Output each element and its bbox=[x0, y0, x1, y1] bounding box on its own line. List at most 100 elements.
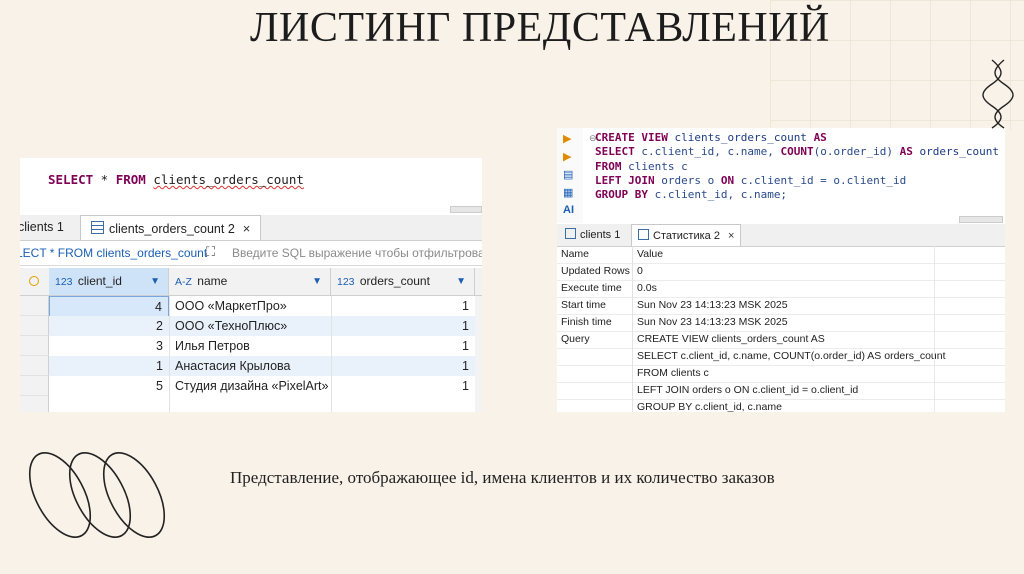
sql-editor[interactable]: SELECT * FROM clients_orders_count bbox=[20, 158, 482, 213]
tab-clients-1[interactable]: clients 1 bbox=[20, 215, 72, 240]
row-number-cell[interactable] bbox=[20, 376, 49, 396]
row-number-cell[interactable] bbox=[20, 316, 49, 336]
row-number-cell[interactable] bbox=[20, 356, 49, 376]
close-icon[interactable]: × bbox=[728, 230, 734, 242]
table-row[interactable]: GROUP BY c.client_id, c.name bbox=[557, 399, 1005, 412]
column-header-name[interactable]: A-Z name ▼ bbox=[169, 268, 331, 295]
table-row[interactable]: LEFT JOIN orders o ON c.client_id = o.cl… bbox=[557, 382, 1005, 400]
record-circle-icon bbox=[29, 276, 39, 286]
slide-caption: Представление, отображающее id, имена кл… bbox=[230, 468, 775, 487]
cell-client-id[interactable]: 1 bbox=[49, 356, 169, 376]
column-header-value[interactable]: Value bbox=[637, 246, 663, 263]
cell-orders-count[interactable]: 1 bbox=[331, 296, 475, 316]
cell-orders-count[interactable]: 1 bbox=[331, 316, 475, 336]
column-divider bbox=[331, 296, 332, 412]
tab-statistics-2[interactable]: Статистика 2 × bbox=[631, 224, 742, 246]
stats-header-row: Name Value bbox=[557, 246, 1005, 264]
tab-label: Статистика 2 bbox=[653, 230, 720, 242]
ai-assistant-icon[interactable]: AI bbox=[563, 204, 574, 216]
column-name: name bbox=[197, 274, 228, 288]
table-row[interactable]: 2 ООО «ТехноПлюс» 1 bbox=[20, 316, 482, 336]
grid-header-row: 123 client_id ▼ A-Z name ▼ 123 orders_coun… bbox=[20, 268, 482, 296]
tab-label: clients 1 bbox=[20, 220, 64, 234]
stat-value: 0 bbox=[637, 265, 643, 277]
sql-identifier: orders_count bbox=[912, 145, 1000, 159]
table-row[interactable]: Execute time 0.0s bbox=[557, 280, 1005, 298]
table-row[interactable]: 3 Илья Петров 1 bbox=[20, 336, 482, 356]
table-row[interactable]: Updated Rows 0 bbox=[557, 263, 1005, 281]
row-number-cell[interactable] bbox=[20, 296, 49, 316]
sql-identifier: c.client_id, c.name; bbox=[647, 188, 788, 202]
sort-dropdown-icon[interactable]: ▼ bbox=[456, 268, 466, 295]
editor-toolbar-gutter: ▶ ▶ ▤ ▦ AI bbox=[557, 128, 583, 223]
cell-client-id[interactable]: 4 bbox=[49, 296, 169, 318]
sort-dropdown-icon[interactable]: ▼ bbox=[312, 268, 322, 295]
row-number-cell bbox=[20, 396, 49, 412]
sql-code[interactable]: CREATE VIEW clients_orders_count AS SELE… bbox=[595, 131, 999, 202]
row-number-cell[interactable] bbox=[20, 336, 49, 356]
sql-keyword: CREATE VIEW bbox=[595, 131, 668, 144]
panel-resize-handle[interactable] bbox=[450, 206, 482, 213]
cell-client-id[interactable]: 2 bbox=[49, 316, 169, 336]
cell-orders-count[interactable]: 1 bbox=[331, 336, 475, 356]
stat-name: Execute time bbox=[561, 282, 622, 294]
table-row[interactable]: 1 Анастасия Крылова 1 bbox=[20, 356, 482, 376]
sort-dropdown-icon[interactable]: ▼ bbox=[150, 268, 160, 295]
grid-icon bbox=[91, 221, 104, 234]
table-row[interactable]: 5 Студия дизайна «PixelArt» 1 bbox=[20, 376, 482, 396]
sql-view-name: clients_orders_count bbox=[153, 172, 304, 187]
stat-value: GROUP BY c.client_id, c.name bbox=[637, 401, 782, 412]
sql-keyword: AS bbox=[813, 131, 827, 144]
stat-name: Finish time bbox=[561, 316, 612, 328]
filter-bar: LECT * FROM clients_orders_count ⛶ Введи… bbox=[20, 241, 482, 266]
tab-clients-1[interactable]: clients 1 bbox=[559, 224, 626, 246]
table-row[interactable]: SELECT c.client_id, c.name, COUNT(o.orde… bbox=[557, 348, 1005, 366]
stat-value: FROM clients c bbox=[637, 367, 709, 379]
stat-value: Sun Nov 23 14:13:23 MSK 2025 bbox=[637, 299, 788, 311]
sql-keyword: LEFT JOIN bbox=[595, 173, 655, 187]
column-header-orders-count[interactable]: 123 orders_count ▼ bbox=[331, 268, 475, 295]
cell-name[interactable]: ООО «ТехноПлюс» bbox=[169, 316, 331, 336]
table-row[interactable]: Query CREATE VIEW clients_orders_count AS bbox=[557, 331, 1005, 349]
stat-name: Query bbox=[561, 333, 590, 345]
table-row[interactable]: Start time Sun Nov 23 14:13:23 MSK 2025 bbox=[557, 297, 1005, 315]
tab-clients-orders-count-2[interactable]: clients_orders_count 2 × bbox=[80, 215, 262, 240]
tab-label: clients 1 bbox=[580, 229, 621, 241]
sql-keyword: SELECT bbox=[595, 145, 635, 159]
sql-query-line: SELECT * FROM clients_orders_count bbox=[48, 172, 304, 187]
cell-orders-count[interactable]: 1 bbox=[331, 376, 475, 396]
cell-name[interactable]: Анастасия Крылова bbox=[169, 356, 331, 376]
row-number-header[interactable] bbox=[20, 268, 50, 295]
result-viewer-screenshot: SELECT * FROM clients_orders_count clien… bbox=[20, 158, 482, 412]
filter-expand-icon[interactable]: ⛶ bbox=[206, 244, 215, 260]
run-new-tab-icon[interactable]: ▶ bbox=[563, 150, 571, 163]
run-statement-icon[interactable]: ▶ bbox=[563, 132, 571, 145]
column-divider bbox=[934, 246, 935, 412]
sql-keyword: GROUP BY bbox=[595, 188, 648, 202]
cell-name[interactable]: ООО «МаркетПро» bbox=[169, 296, 331, 316]
execute-script-icon[interactable]: ▤ bbox=[563, 168, 573, 181]
text-type-icon: A-Z bbox=[175, 276, 192, 288]
close-icon[interactable]: × bbox=[243, 221, 251, 236]
sql-star: * bbox=[93, 172, 116, 187]
column-header-name[interactable]: Name bbox=[561, 246, 635, 263]
stat-value: LEFT JOIN orders o ON c.client_id = o.cl… bbox=[637, 384, 859, 396]
cell-name[interactable]: Студия дизайна «PixelArt» bbox=[169, 376, 331, 396]
table-row[interactable]: 4 ООО «МаркетПро» 1 bbox=[20, 296, 482, 318]
numeric-type-icon: 123 bbox=[55, 276, 73, 288]
cell-name[interactable]: Илья Петров bbox=[169, 336, 331, 356]
vertical-scrollbar[interactable] bbox=[475, 296, 482, 412]
cell-client-id[interactable]: 3 bbox=[49, 336, 169, 356]
column-header-client-id[interactable]: 123 client_id ▼ bbox=[49, 268, 169, 295]
cell-orders-count[interactable]: 1 bbox=[331, 356, 475, 376]
explain-plan-icon[interactable]: ▦ bbox=[563, 186, 573, 199]
sql-identifier: clients_orders_count bbox=[667, 131, 814, 144]
cell-client-id[interactable]: 5 bbox=[49, 376, 169, 396]
sql-keyword: ON bbox=[720, 173, 735, 187]
filter-input[interactable]: Введите SQL выражение чтобы отфильтроват… bbox=[232, 246, 482, 260]
table-row[interactable]: FROM clients c bbox=[557, 365, 1005, 383]
sql-keyword-select: SELECT bbox=[48, 172, 94, 187]
sql-identifier: orders o bbox=[654, 173, 721, 187]
table-row[interactable]: Finish time Sun Nov 23 14:13:23 MSK 2025 bbox=[557, 314, 1005, 332]
panel-resize-handle[interactable] bbox=[959, 216, 1003, 223]
